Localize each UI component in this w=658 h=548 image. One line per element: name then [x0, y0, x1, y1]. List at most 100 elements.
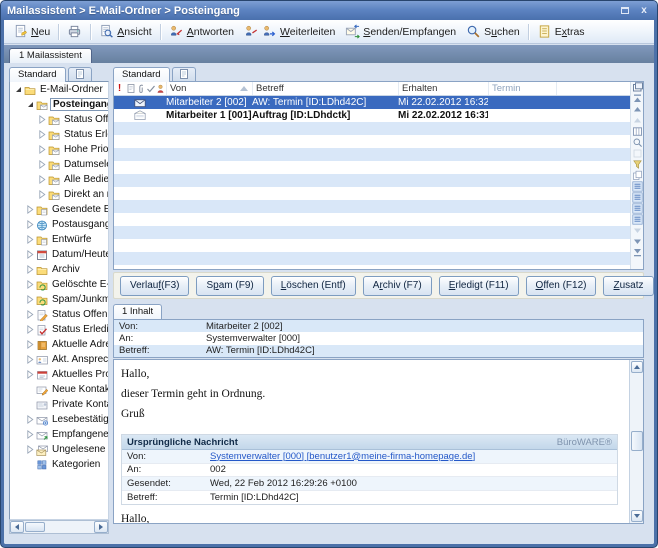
expand-arrow[interactable] [37, 175, 47, 184]
print-button[interactable] [62, 22, 87, 41]
down-line-button[interactable] [631, 247, 643, 258]
tree-item-aktuelle-adresse[interactable]: Aktuelle Adresse [10, 337, 108, 352]
message-row[interactable]: Mitarbeiter 1 [001]Auftrag [ID:LDhdctk]M… [114, 109, 630, 122]
tree-item-aktuelles-projekt[interactable]: Aktuelles Projekt [10, 367, 108, 382]
body-vertical-scrollbar[interactable] [629, 360, 643, 523]
up-line-button[interactable] [631, 93, 643, 104]
sidebar-horizontal-scrollbar[interactable] [9, 520, 109, 534]
extras-button[interactable]: Extras [532, 22, 590, 41]
scrollbar-thumb[interactable] [25, 522, 45, 532]
expand-arrow[interactable] [25, 340, 35, 349]
column-header-check[interactable] [145, 82, 155, 95]
list-tab-standard[interactable]: Standard [113, 67, 170, 82]
zusatz-button[interactable]: Zusatz [603, 276, 653, 296]
tree-item-status-offen[interactable]: Status Offen [10, 307, 108, 322]
list-button[interactable] [631, 192, 643, 203]
tree-item-empfangene-mails[interactable]: Empfangene Mails [10, 427, 108, 442]
expand-arrow[interactable] [25, 310, 35, 319]
tree-item-direkt-an-mich[interactable]: Direkt an mich [10, 187, 108, 202]
copy-button[interactable] [631, 170, 643, 181]
archiv-button[interactable]: Archiv (F7) [363, 276, 432, 296]
down-button[interactable] [631, 236, 643, 247]
scrollbar-thumb[interactable] [631, 431, 643, 451]
expand-arrow[interactable] [37, 145, 47, 154]
suchen-button[interactable]: Suchen [461, 22, 525, 41]
tree-item-e-mail-ordner[interactable]: E-Mail-Ordner [10, 82, 108, 97]
expand-arrow[interactable] [25, 265, 35, 274]
tree-item-alle-bediener[interactable]: Alle Bediener [10, 172, 108, 187]
offen-button[interactable]: Offen (F12) [526, 276, 597, 296]
list-button[interactable] [631, 203, 643, 214]
expand-arrow[interactable] [25, 280, 35, 289]
expand-arrow[interactable] [37, 115, 47, 124]
spam-button[interactable]: Spam (F9) [196, 276, 263, 296]
tree-item-posteingang[interactable]: Posteingang [10, 97, 108, 112]
scroll-right-button[interactable] [94, 521, 108, 533]
tab-mailassistent[interactable]: 1 Mailassistent [9, 48, 92, 63]
tree-item-gesendete-e-mails[interactable]: Gesendete E-Mails [10, 202, 108, 217]
expand-arrow[interactable] [25, 445, 35, 454]
expand-arrow[interactable] [37, 130, 47, 139]
list-button[interactable] [631, 214, 643, 225]
restore-button[interactable] [618, 4, 632, 17]
collapse-arrow[interactable] [13, 87, 23, 92]
close-button[interactable]: x [637, 4, 651, 17]
tree-item-ungelesene-mails[interactable]: Ungelesene Mails [10, 442, 108, 457]
sidebar-new-view-tab[interactable] [68, 67, 92, 82]
column-header-attachment[interactable] [135, 82, 145, 95]
column-header-document[interactable] [125, 82, 135, 95]
expand-arrow[interactable] [25, 220, 35, 229]
expand-arrow[interactable] [37, 190, 47, 199]
expand-arrow[interactable] [25, 325, 35, 334]
down-faint-button[interactable] [631, 225, 643, 236]
scroll-left-button[interactable] [10, 521, 24, 533]
expand-arrow[interactable] [25, 370, 35, 379]
up-button[interactable] [631, 104, 643, 115]
column-header-person[interactable] [155, 82, 166, 95]
filter-button[interactable] [631, 159, 643, 170]
scroll-up-button[interactable] [631, 361, 643, 373]
tree-item-spam-junkmails[interactable]: Spam/Junkmails [10, 292, 108, 307]
collapse-arrow[interactable] [25, 102, 35, 107]
tree-item-neue-kontakte[interactable]: Neue Kontakte [10, 382, 108, 397]
scroll-down-button[interactable] [631, 510, 643, 522]
tree-item-status-offen[interactable]: Status Offen [10, 112, 108, 127]
senden-empfangen-button[interactable]: Senden/Empfangen [340, 22, 461, 41]
expand-arrow[interactable] [25, 355, 35, 364]
tree-item-private-kontakte[interactable]: Private Kontakte [10, 397, 108, 412]
box-select-button[interactable] [631, 82, 643, 93]
content-tab-inhalt[interactable]: 1 Inhalt [113, 304, 162, 319]
tree-item-status-erledigt[interactable]: Status Erledigt [10, 322, 108, 337]
expand-arrow[interactable] [25, 235, 35, 244]
tree-item-gelöschte-e-mails[interactable]: Gelöschte E-Mails [10, 277, 108, 292]
up-faint-button[interactable] [631, 115, 643, 126]
column-header-erhalten[interactable]: Erhalten [398, 82, 488, 95]
erledigt-button[interactable]: Erledigt (F11) [439, 276, 519, 296]
list-new-view-tab[interactable] [172, 67, 196, 82]
message-row[interactable]: Mitarbeiter 2 [002]AW: Termin [ID:LDhd42… [114, 96, 630, 109]
antworten-button[interactable]: Antworten [164, 22, 239, 41]
column-header-betreff[interactable]: Betreff [252, 82, 398, 95]
column-header-termin[interactable]: Termin [488, 82, 556, 95]
tree-item-datum-heute[interactable]: Datum/Heute [10, 247, 108, 262]
tree-item-archiv[interactable]: Archiv [10, 262, 108, 277]
sidebar-tab-standard[interactable]: Standard [9, 67, 66, 82]
tree-item-akt-ansprechpartn[interactable]: Akt. Ansprechpartn [10, 352, 108, 367]
expand-arrow[interactable] [25, 205, 35, 214]
tree-item-hohe-priorität[interactable]: Hohe Priorität [10, 142, 108, 157]
expand-arrow[interactable] [37, 160, 47, 169]
tree-item-entwürfe[interactable]: Entwürfe [10, 232, 108, 247]
columns-button[interactable] [631, 126, 643, 137]
column-header-von[interactable]: Von [166, 82, 252, 95]
sender-link[interactable]: Systemverwalter [000] [benutzer1@meine-f… [210, 451, 475, 462]
magnify-button[interactable] [631, 137, 643, 148]
löschen-button[interactable]: Löschen (Entf) [271, 276, 356, 296]
weiterleiten-button[interactable]: Weiterleiten [239, 22, 340, 41]
expand-arrow[interactable] [25, 250, 35, 259]
tree-item-status-erledigt[interactable]: Status Erledigt [10, 127, 108, 142]
tree-item-postausgang[interactable]: Postausgang [10, 217, 108, 232]
neu-button[interactable]: Neu [8, 22, 55, 41]
column-header-priority[interactable]: ! [114, 82, 125, 95]
faint-button[interactable] [631, 148, 643, 159]
tree-item-kategorien[interactable]: Kategorien [10, 457, 108, 472]
